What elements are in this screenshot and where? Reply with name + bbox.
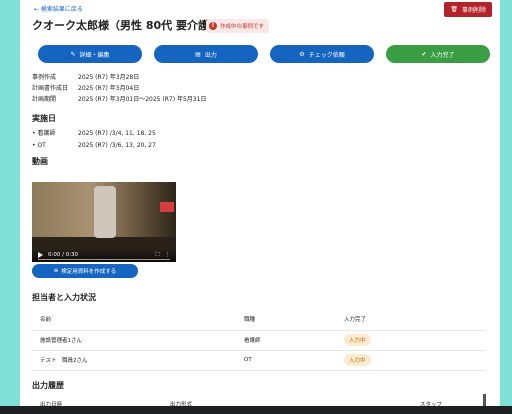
staff-role: OT: [244, 350, 344, 371]
check-circle-icon: ✔: [421, 50, 427, 58]
video-time: 0:00 / 0:30: [48, 252, 79, 258]
add-circle-icon: ⊕: [53, 268, 59, 274]
create-review-material-label: 検定用資料を作成する: [61, 269, 117, 275]
action-button-row: ✎ 詳細・編集 ▤ 出力 ⚙ チェック依頼 ✔ 入力完了: [38, 45, 490, 63]
meta-row: 事例作成 2025 (R7) 年3月28日: [32, 74, 140, 81]
draft-status-badge: ! 作成中の事例です: [206, 19, 270, 33]
play-icon[interactable]: [38, 252, 43, 258]
input-complete-button[interactable]: ✔ 入力完了: [386, 45, 490, 63]
meta-row: 計画書作成日 2025 (R7) 年3月04日: [32, 85, 140, 92]
document-icon: ▤: [195, 50, 201, 58]
table-header-row: 名前 職種 入力完了: [32, 308, 486, 331]
staff-name: 施設管理者1さん: [32, 330, 244, 351]
page-title: クオーク太郎様（男性 80代 要介護2）: [32, 19, 228, 32]
column-header: 入力完了: [344, 308, 486, 331]
alert-icon: !: [209, 22, 217, 30]
status-badge: 入力中: [344, 334, 371, 346]
list-item: • OT 2025 (R7) /3/6, 13, 20, 27: [32, 142, 156, 149]
table-row: 施設管理者1さん 看護師 入力中: [32, 330, 486, 351]
check-request-button[interactable]: ⚙ チェック依頼: [270, 45, 374, 63]
terminal-strip: [0, 406, 512, 414]
pencil-icon: ✎: [70, 50, 76, 58]
implementation-list: • 看護師 2025 (R7) /3/4, 11, 18, 25 • OT 2025…: [32, 128, 156, 152]
status-badge: 入力中: [344, 354, 371, 366]
create-review-material-button[interactable]: ⊕ 検定用資料を作成する: [32, 264, 138, 278]
video-frame-person: [94, 186, 116, 238]
input-complete-label: 入力完了: [430, 51, 455, 59]
output-button[interactable]: ▤ 出力: [154, 45, 258, 63]
video-progress-bar[interactable]: [38, 259, 170, 260]
meta-row: 計画期間 2025 (R7) 年3月01日～2025 (R7) 年5月31日: [32, 96, 207, 103]
output-history-heading: 出力履歴: [32, 381, 64, 390]
delete-case-label: 事例削除: [461, 7, 486, 14]
video-heading: 動画: [32, 157, 48, 166]
output-label: 出力: [204, 51, 217, 59]
column-header: 職種: [244, 308, 344, 331]
edit-details-button[interactable]: ✎ 詳細・編集: [38, 45, 142, 63]
video-player[interactable]: 0:00 / 0:30 ⛶ ⋮: [32, 182, 176, 262]
staff-name: テスト 職員2さん: [32, 350, 244, 371]
delete-case-button[interactable]: 🗑 事例削除: [444, 2, 492, 17]
video-frame-tv: [160, 202, 174, 212]
case-meta: 事例作成 2025 (R7) 年3月28日 計画書作成日 2025 (R7) 年3月…: [32, 72, 206, 105]
back-to-search-link[interactable]: ← 検索結果に戻る: [34, 4, 83, 13]
column-header: 名前: [32, 308, 244, 331]
staff-role: 看護師: [244, 330, 344, 351]
list-item: • 看護師 2025 (R7) /3/4, 11, 18, 25: [32, 130, 156, 137]
more-options-icon[interactable]: ⋮: [165, 252, 171, 258]
table-row: テスト 職員2さん OT 入力中: [32, 350, 486, 371]
case-detail-card: ← 検索結果に戻る 🗑 事例削除 クオーク太郎様（男性 80代 要介護2） ! …: [20, 0, 500, 414]
implementation-heading: 実施日: [32, 114, 56, 123]
fullscreen-icon[interactable]: ⛶: [156, 252, 160, 259]
staff-heading: 担当者と入力状況: [32, 293, 96, 302]
check-request-label: チェック依頼: [308, 51, 345, 59]
settings-circle-icon: ⚙: [299, 50, 305, 58]
draft-status-label: 作成中の事例です: [220, 24, 265, 30]
trash-icon: 🗑: [450, 6, 458, 13]
staff-table: 名前 職種 入力完了 施設管理者1さん 看護師 入力中 テスト 職員2さん OT…: [32, 308, 486, 371]
edit-details-label: 詳細・編集: [79, 51, 110, 59]
